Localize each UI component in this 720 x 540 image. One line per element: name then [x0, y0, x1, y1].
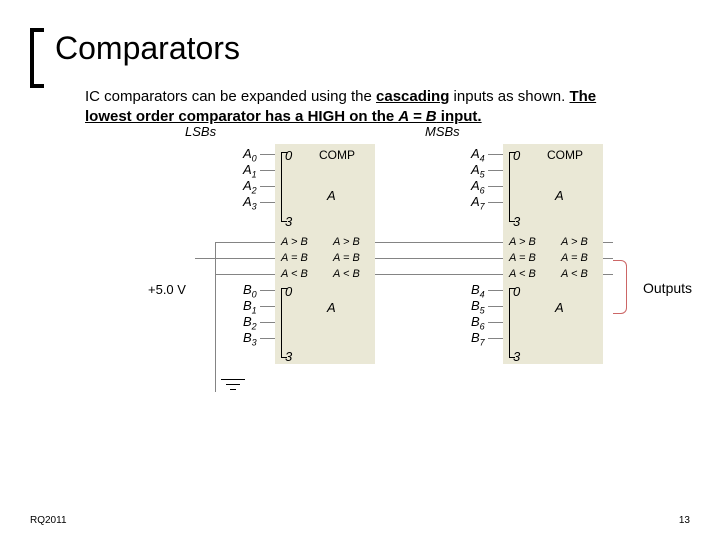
big-a4: A — [555, 300, 564, 315]
a7-label: A7 — [471, 194, 485, 212]
w — [260, 170, 275, 171]
out-agtb: A > B — [333, 236, 360, 248]
wire-out-altb — [603, 274, 613, 275]
bracket-a-top — [281, 152, 287, 222]
idx3b: 3 — [285, 349, 292, 364]
a3-label: A3 — [243, 194, 257, 212]
page-title: Comparators — [55, 30, 680, 67]
idx3c: 3 — [513, 214, 520, 229]
voltage-label: +5.0 V — [148, 282, 186, 297]
comp-label2: COMP — [547, 148, 583, 162]
idx3d: 3 — [513, 349, 520, 364]
big-a: A — [327, 188, 336, 203]
description: IC comparators can be expanded using the… — [85, 87, 680, 126]
w — [488, 154, 503, 155]
in-altb: A < B — [281, 268, 308, 280]
w — [488, 306, 503, 307]
bracket-a-bot — [281, 288, 287, 358]
w — [488, 186, 503, 187]
wire-gnd-v — [215, 242, 216, 392]
out-aeqb: A = B — [333, 252, 360, 264]
wire-cascade-altb — [375, 274, 503, 275]
w — [260, 154, 275, 155]
b5-label: B5 — [471, 298, 485, 316]
t1: IC comparators can be expanded using the — [85, 88, 376, 105]
t6: input. — [437, 108, 482, 125]
b1-label: B1 — [243, 298, 257, 316]
w — [488, 202, 503, 203]
w — [488, 322, 503, 323]
w — [260, 306, 275, 307]
in-aeqb2: A = B — [509, 252, 536, 264]
b4-label: B4 — [471, 282, 485, 300]
b2-label: B2 — [243, 314, 257, 332]
outputs-label: Outputs — [643, 280, 692, 296]
bracket-a-top2 — [509, 152, 515, 222]
w — [488, 338, 503, 339]
b3-label: B3 — [243, 330, 257, 348]
wire-out-agtb — [603, 242, 613, 243]
out-agtb2: A > B — [561, 236, 588, 248]
a0-label: A0 — [243, 146, 257, 164]
comparator-chip-msb: COMP 0 A 3 A > B A > B A = B A = B A < B… — [503, 144, 603, 364]
in-agtb2: A > B — [509, 236, 536, 248]
a1-label: A1 — [243, 162, 257, 180]
out-aeqb2: A = B — [561, 252, 588, 264]
w — [260, 186, 275, 187]
b0-label: B0 — [243, 282, 257, 300]
a2-label: A2 — [243, 178, 257, 196]
w — [260, 290, 275, 291]
wire-5v — [195, 258, 275, 259]
title-bracket-icon — [30, 28, 44, 88]
t3: inputs as shown. — [449, 88, 569, 105]
in-altb2: A < B — [509, 268, 536, 280]
in-aeqb: A = B — [281, 252, 308, 264]
w — [488, 290, 503, 291]
t2: cascading — [376, 88, 449, 105]
a5-label: A5 — [471, 162, 485, 180]
big-a3: A — [555, 188, 564, 203]
lsbs-label: LSBs — [185, 124, 216, 139]
a6-label: A6 — [471, 178, 485, 196]
wire-gnd-bot — [215, 274, 275, 275]
slide: Comparators IC comparators can be expand… — [0, 0, 720, 540]
b7-label: B7 — [471, 330, 485, 348]
a4-label: A4 — [471, 146, 485, 164]
in-agtb: A > B — [281, 236, 308, 248]
ground-icon — [218, 379, 248, 399]
big-a2: A — [327, 300, 336, 315]
b6-label: B6 — [471, 314, 485, 332]
bracket-a-bot2 — [509, 288, 515, 358]
outputs-brace-icon — [613, 260, 627, 314]
idx3: 3 — [285, 214, 292, 229]
wire-out-aeqb — [603, 258, 613, 259]
out-altb: A < B — [333, 268, 360, 280]
w — [260, 202, 275, 203]
footer-left: RQ2011 — [30, 515, 67, 526]
out-altb2: A < B — [561, 268, 588, 280]
wire-cascade-aeqb — [375, 258, 503, 259]
w — [260, 322, 275, 323]
msbs-label: MSBs — [425, 124, 460, 139]
wire-gnd-top — [215, 242, 275, 243]
page-number: 13 — [679, 515, 690, 526]
diagram: LSBs MSBs +5.0 V COMP 0 A 3 A > B A > B … — [55, 124, 680, 424]
description-text: IC comparators can be expanded using the… — [85, 87, 680, 126]
comp-label: COMP — [319, 148, 355, 162]
comparator-chip-lsb: COMP 0 A 3 A > B A > B A = B A = B A < B… — [275, 144, 375, 364]
t5: A = B — [398, 108, 436, 125]
wire-cascade-agtb — [375, 242, 503, 243]
w — [260, 338, 275, 339]
w — [488, 170, 503, 171]
